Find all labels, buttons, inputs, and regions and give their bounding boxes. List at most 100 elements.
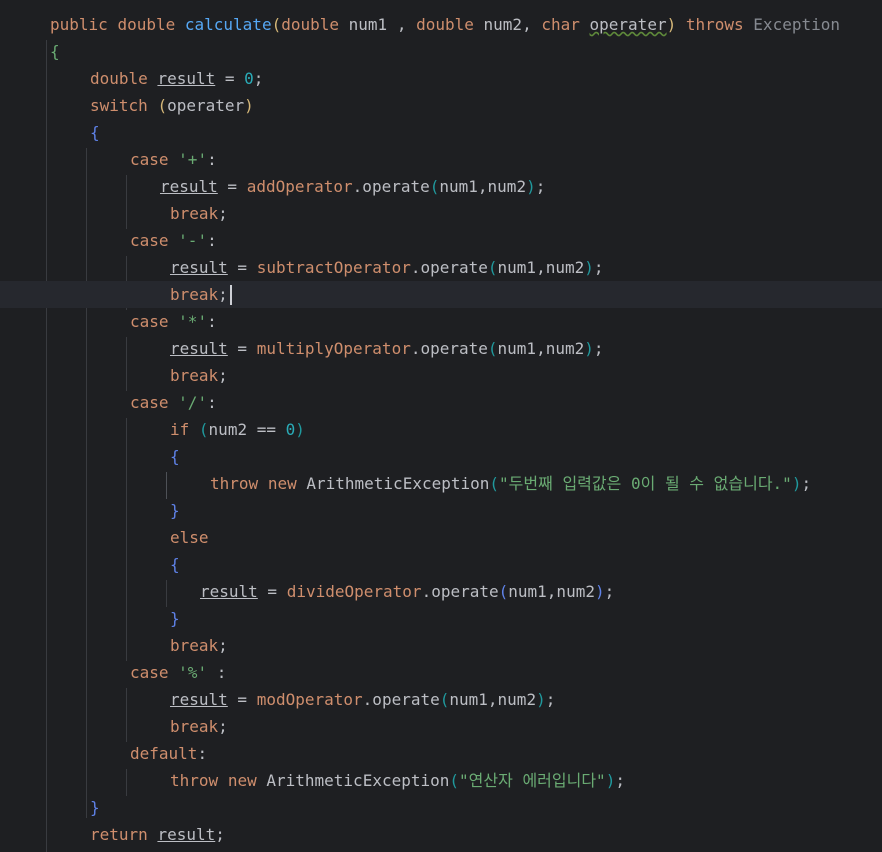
code-line[interactable]: { <box>0 119 882 146</box>
code-line-current[interactable]: break; <box>0 281 882 308</box>
keyword: default <box>130 744 198 763</box>
char-literal: '-' <box>178 231 208 250</box>
code-line[interactable]: result = multiplyOperator.operate(num1,n… <box>0 335 882 362</box>
colon: : <box>207 393 217 412</box>
field: modOperator <box>256 690 363 709</box>
code-line[interactable]: break; <box>0 362 882 389</box>
code-line[interactable]: break; <box>0 632 882 659</box>
brace: { <box>90 123 100 142</box>
paren: ) <box>666 15 677 34</box>
code-line[interactable]: switch (operater) <box>0 92 882 119</box>
code-line[interactable]: case '-': <box>0 227 882 254</box>
paren: ( <box>157 96 168 115</box>
code-line[interactable]: case '/': <box>0 389 882 416</box>
paren: ) <box>526 177 536 196</box>
code-line[interactable]: result = addOperator.operate(num1,num2); <box>0 173 882 200</box>
colon: : <box>207 663 227 682</box>
string-literal: "두번째 입력값은 0이 될 수 없습니다." <box>499 474 792 493</box>
operator: = <box>227 690 257 709</box>
colon: : <box>197 744 208 763</box>
code-line-signature[interactable]: public double calculate(double num1 , do… <box>0 11 882 38</box>
code-line[interactable]: } <box>0 605 882 632</box>
keyword: char <box>541 15 580 34</box>
code-editor[interactable]: public double calculate ( double num1 , do… <box>0 0 882 852</box>
code-line[interactable]: break; <box>0 200 882 227</box>
operator: = <box>215 69 245 88</box>
paren: ) <box>244 96 254 115</box>
method-call: .operate <box>352 177 430 196</box>
code-line[interactable]: result = divideOperator.operate(num1,num… <box>0 578 882 605</box>
condition: num2 == <box>208 420 286 439</box>
arguments: num1,num2 <box>497 258 585 277</box>
code-line[interactable]: double result = 0; <box>0 65 882 92</box>
code-line[interactable]: default: <box>0 740 882 767</box>
code-line[interactable]: { <box>0 551 882 578</box>
code-line[interactable]: else <box>0 524 882 551</box>
method-name: calculate <box>184 15 272 34</box>
keyword: case <box>130 393 169 412</box>
arguments: num1,num2 <box>497 339 585 358</box>
code-line[interactable]: throw new ArithmeticException("두번째 입력값은 … <box>0 470 882 497</box>
code-line[interactable]: if (num2 == 0) <box>0 416 882 443</box>
code-line[interactable]: } <box>0 794 882 821</box>
class-name: ArithmeticException <box>306 474 490 493</box>
paren: ( <box>198 420 209 439</box>
code-line[interactable]: break; <box>0 713 882 740</box>
code-line[interactable]: return result; <box>0 821 882 848</box>
char-literal: '*' <box>178 312 208 331</box>
brace: } <box>170 501 180 520</box>
param-warning[interactable]: operater <box>590 15 667 34</box>
keyword: double <box>90 69 148 88</box>
semicolon: ; <box>218 285 228 304</box>
char-literal: '+' <box>178 150 208 169</box>
keyword: case <box>130 150 169 169</box>
keyword: break <box>170 204 219 223</box>
variable: result <box>170 258 228 277</box>
operator: = <box>217 177 247 196</box>
field: subtractOperator <box>256 258 411 277</box>
paren: ) <box>605 771 616 790</box>
variable: result <box>170 690 228 709</box>
brace: } <box>90 798 100 817</box>
keyword: double <box>117 15 176 34</box>
variable: result <box>170 339 228 358</box>
code-line[interactable]: case '%' : <box>0 659 882 686</box>
field: addOperator <box>246 177 353 196</box>
semicolon: ; <box>604 582 615 601</box>
operator: = <box>227 258 257 277</box>
semicolon: ; <box>215 825 225 844</box>
keyword: public <box>50 15 108 34</box>
code-line[interactable]: result = modOperator.operate(num1,num2); <box>0 686 882 713</box>
semicolon: ; <box>593 339 604 358</box>
keyword: throw <box>210 474 259 493</box>
paren: ) <box>584 339 594 358</box>
param: num1 , <box>348 15 407 34</box>
paren: ( <box>498 582 509 601</box>
operator: = <box>257 582 287 601</box>
keyword: break <box>170 366 219 385</box>
code-line[interactable]: result = subtractOperator.operate(num1,n… <box>0 254 882 281</box>
exception-type: Exception <box>753 15 840 34</box>
paren: ( <box>429 177 440 196</box>
semicolon: ; <box>593 258 604 277</box>
char-literal: '%' <box>178 663 208 682</box>
code-line[interactable]: throw new ArithmeticException("연산자 에러입니다… <box>0 767 882 794</box>
code-line[interactable]: { <box>0 38 882 65</box>
colon: : <box>207 312 217 331</box>
code-line[interactable]: case '*': <box>0 308 882 335</box>
brace: { <box>50 42 60 61</box>
param: num2, <box>483 15 532 34</box>
field: multiplyOperator <box>256 339 411 358</box>
keyword: case <box>130 312 169 331</box>
variable: operater <box>167 96 245 115</box>
paren: ( <box>487 258 498 277</box>
paren: ( <box>439 690 450 709</box>
colon: : <box>207 150 217 169</box>
brace: { <box>170 555 180 574</box>
paren: ( <box>487 339 498 358</box>
semicolon: ; <box>535 177 546 196</box>
keyword: new <box>267 474 297 493</box>
code-line[interactable]: { <box>0 443 882 470</box>
code-line[interactable]: } <box>0 497 882 524</box>
code-line[interactable]: case '+': <box>0 146 882 173</box>
